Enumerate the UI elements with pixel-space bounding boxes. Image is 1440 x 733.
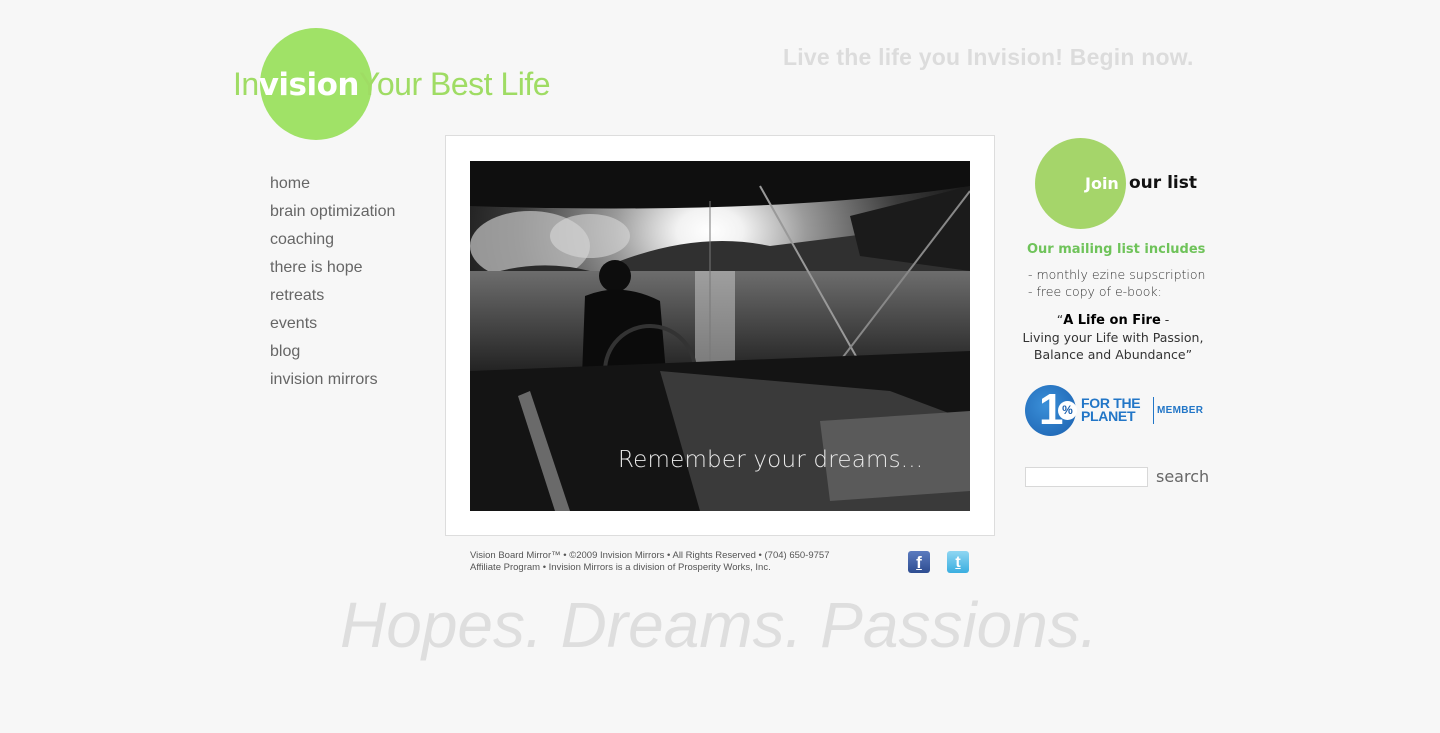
hero-image: Remember your dreams... — [470, 161, 970, 511]
ebook-title: A Life on Fire — [1063, 313, 1161, 328]
nav-item-invision-mirrors[interactable]: invision mirrors — [270, 366, 395, 394]
footer-line-2: Affiliate Program • Invision Mirrors is … — [470, 561, 771, 573]
nav-item-retreats[interactable]: retreats — [270, 282, 395, 310]
nav-item-brain-optimization[interactable]: brain optimization — [270, 198, 395, 226]
main-nav: home brain optimization coaching there i… — [270, 170, 395, 394]
mailing-item: - monthly ezine supscription — [1028, 267, 1206, 282]
hero-caption: Remember your dreams... — [618, 447, 924, 473]
hero-frame: Remember your dreams... — [445, 135, 995, 536]
nav-item-home[interactable]: home — [270, 170, 395, 198]
slogan: Hopes. Dreams. Passions. — [340, 589, 1098, 661]
join-list-button[interactable]: Join our list — [1034, 138, 1234, 230]
nav-item-there-is-hope[interactable]: there is hope — [270, 254, 395, 282]
mailing-heading: Our mailing list includes — [1027, 242, 1206, 257]
site-logo[interactable]: InvisionYour Best Life — [233, 28, 551, 143]
mailing-list: - monthly ezine supscription - free copy… — [1028, 266, 1205, 300]
ebook-dash: - — [1160, 312, 1170, 327]
search-button[interactable]: search — [1156, 467, 1209, 486]
badge-percent: % — [1058, 401, 1077, 420]
badge-line-2: PLANET — [1081, 408, 1136, 424]
one-percent-for-the-planet-badge[interactable]: 1 % FOR THE PLANET MEMBER — [1025, 385, 1210, 437]
nav-item-blog[interactable]: blog — [270, 338, 395, 366]
join-highlight: Join — [1085, 174, 1119, 193]
header-tagline: Live the life you Invision! Begin now. — [783, 44, 1194, 70]
twitter-icon[interactable]: t — [947, 551, 969, 573]
join-rest: our list — [1129, 173, 1197, 193]
facebook-icon[interactable]: f — [908, 551, 930, 573]
ebook-title-block: “A Life on Fire - Living your Life with … — [1018, 311, 1208, 363]
logo-prefix: In — [233, 66, 259, 102]
nav-item-coaching[interactable]: coaching — [270, 226, 395, 254]
mailing-item: - free copy of e-book: — [1028, 284, 1162, 299]
search-input[interactable] — [1025, 467, 1148, 487]
badge-text: FOR THE PLANET — [1081, 396, 1141, 424]
logo-text: InvisionYour Best Life — [233, 64, 551, 105]
footer: Vision Board Mirror™ • ©2009 Invision Mi… — [470, 550, 829, 573]
nav-item-events[interactable]: events — [270, 310, 395, 338]
badge-number: 1 — [1039, 385, 1064, 434]
ebook-subtitle-2: Balance and Abundance” — [1033, 347, 1193, 362]
badge-member: MEMBER — [1157, 405, 1204, 416]
badge-divider — [1153, 397, 1154, 424]
ebook-subtitle-1: Living your Life with Passion, — [1022, 330, 1204, 345]
logo-suffix: Your Best Life — [358, 66, 551, 102]
footer-line-1: Vision Board Mirror™ • ©2009 Invision Mi… — [470, 550, 830, 561]
logo-highlight: vision — [258, 67, 360, 103]
